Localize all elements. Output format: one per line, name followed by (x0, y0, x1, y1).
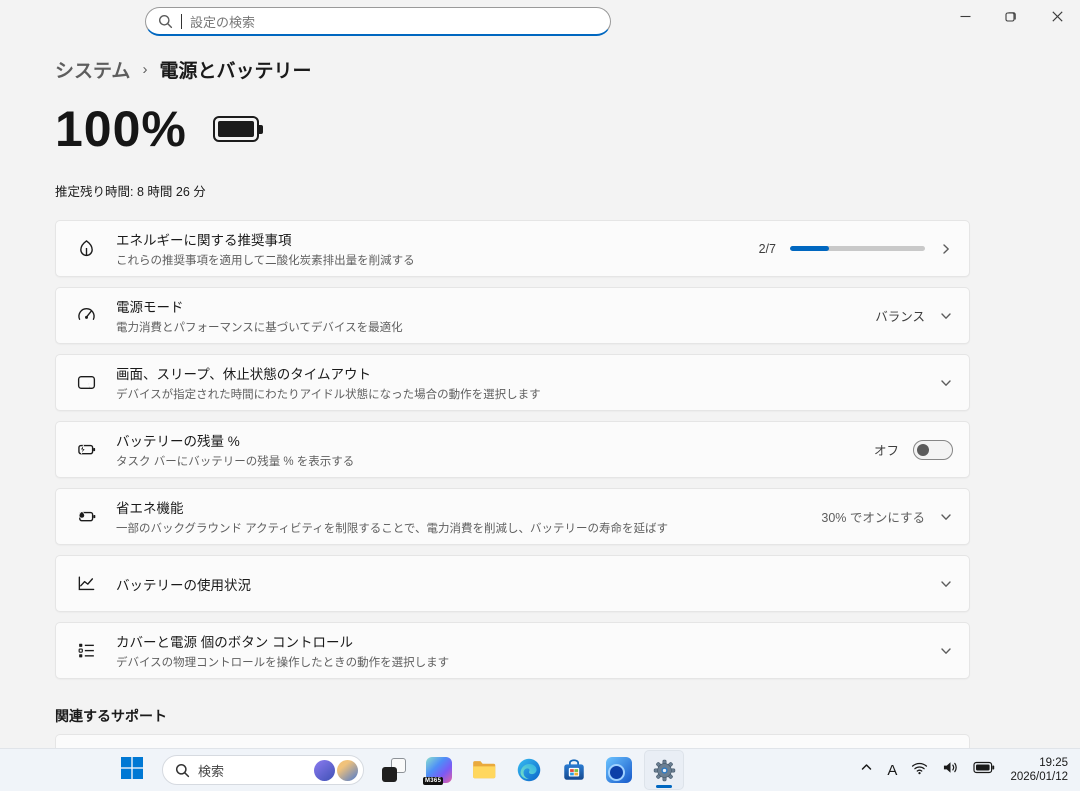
blue-app-button[interactable] (599, 750, 639, 790)
display-sleep-icon (74, 372, 98, 393)
setting-card-screen-sleep-timeouts[interactable]: 画面、スリープ、休止状態のタイムアウト デバイスが指定された時間にわたりアイドル… (55, 354, 970, 411)
blue-app-icon (606, 757, 632, 783)
related-support-heading: 関連するサポート (55, 708, 167, 724)
toggle-state-label: オフ (873, 444, 899, 458)
minimize-icon (960, 11, 971, 22)
battery-bolt-icon (74, 439, 98, 460)
edge-button[interactable] (509, 750, 549, 790)
copilot-m365-icon: M365 (423, 757, 452, 785)
ime-mode-indicator[interactable]: A (882, 754, 902, 786)
related-support-card-partial[interactable] (55, 734, 970, 748)
card-title: 画面、スリープ、休止状態のタイムアウト (116, 367, 372, 382)
search-icon (158, 14, 173, 29)
setting-card-energy-saver[interactable]: 省エネ機能 一部のバックグラウンド アクティビティを制限することで、電力消費を削… (55, 488, 970, 545)
close-button[interactable] (1034, 0, 1080, 32)
card-subtitle: タスク バーにバッテリーの残量 % を表示する (116, 456, 355, 468)
battery-summary: 100% (55, 100, 263, 158)
hidden-icons-button[interactable] (855, 754, 878, 786)
battery-estimate: 推定残り時間: 8 時間 26 分 (55, 185, 206, 199)
battery-percent: 100% (55, 101, 187, 157)
start-button[interactable] (112, 750, 152, 790)
battery-tray-button[interactable] (968, 754, 1000, 786)
controls-list-icon (74, 640, 98, 661)
microsoft-store-button[interactable] (554, 750, 594, 790)
active-app-indicator (656, 785, 672, 788)
energy-progress-fill (790, 246, 829, 251)
card-subtitle: 電力消費とパフォーマンスに基づいてデバイスを最適化 (116, 322, 403, 334)
chevron-down-icon (939, 510, 953, 524)
restore-button[interactable] (988, 0, 1034, 32)
gauge-icon (74, 305, 98, 326)
windows-start-icon (121, 756, 143, 784)
setting-card-battery-percentage[interactable]: バッテリーの残量 % タスク バーにバッテリーの残量 % を表示する オフ (55, 421, 970, 478)
line-chart-icon (74, 573, 98, 594)
battery-percentage-toggle[interactable] (913, 439, 953, 460)
search-highlight-icon (314, 759, 335, 781)
volume-tray-button[interactable] (937, 754, 964, 786)
setting-card-battery-usage[interactable]: バッテリーの使用状況 (55, 555, 970, 612)
battery-full-icon (212, 116, 263, 142)
clock-tray-button[interactable]: 19:25 2026/01/12 (1004, 756, 1074, 784)
taskbar: 検索 M365 A 19:25 2026/01/12 (0, 748, 1080, 791)
network-tray-button[interactable] (906, 754, 933, 786)
text-caret (181, 13, 182, 29)
leaf-icon (74, 238, 98, 259)
task-view-icon (382, 758, 406, 782)
battery-tray-icon (973, 761, 995, 779)
card-subtitle: デバイスが指定された時間にわたりアイドル状態になった場合の動作を選択します (116, 389, 541, 401)
settings-gear-icon (652, 758, 677, 783)
chevron-down-icon (939, 577, 953, 591)
search-placeholder: 設定の検索 (190, 14, 256, 30)
card-title: カバーと電源 個のボタン コントロール (116, 635, 354, 650)
setting-card-energy-recommendations[interactable]: エネルギーに関する推奨事項 これらの推奨事項を適用して二酸化炭素排出量を削減する… (55, 220, 970, 277)
chevron-down-icon (939, 376, 953, 390)
power-mode-value: バランス (875, 310, 925, 324)
card-subtitle: 一部のバックグラウンド アクティビティを制限することで、電力消費を削減し、バッテ… (116, 523, 668, 535)
breadcrumb-system[interactable]: システム (55, 56, 130, 83)
file-explorer-icon (471, 757, 497, 783)
minimize-button[interactable] (942, 0, 988, 32)
microsoft-store-icon (561, 757, 587, 783)
energy-progress-bar (790, 246, 925, 251)
chevron-down-icon (939, 309, 953, 323)
energy-saver-value: 30% でオンにする (821, 511, 925, 525)
card-title: 省エネ機能 (116, 501, 184, 516)
settings-list: エネルギーに関する推奨事項 これらの推奨事項を適用して二酸化炭素排出量を削減する… (55, 220, 970, 679)
chevron-up-icon (860, 761, 873, 779)
tray-date: 2026/01/12 (1010, 771, 1068, 783)
battery-leaf-icon (74, 506, 98, 527)
volume-icon (942, 760, 959, 780)
settings-button[interactable] (644, 750, 684, 790)
page-title: 電源とバッテリー (159, 61, 312, 82)
chevron-down-icon (939, 644, 953, 658)
copilot-m365-button[interactable]: M365 (419, 750, 459, 790)
search-highlight-icon (337, 759, 358, 781)
settings-search-input[interactable]: 設定の検索 (145, 7, 611, 36)
setting-card-power-mode[interactable]: 電源モード 電力消費とパフォーマンスに基づいてデバイスを最適化 バランス (55, 287, 970, 344)
breadcrumb: システム › 電源とバッテリー (55, 56, 311, 83)
wifi-icon (911, 761, 928, 780)
task-view-button[interactable] (374, 750, 414, 790)
card-title: 電源モード (116, 300, 184, 315)
card-subtitle: デバイスの物理コントロールを操作したときの動作を選択します (116, 657, 450, 669)
restore-icon (1005, 10, 1017, 22)
taskbar-search-box[interactable]: 検索 (162, 755, 364, 785)
edge-icon (516, 757, 542, 783)
search-icon (175, 763, 190, 778)
chevron-right-icon (939, 242, 953, 256)
taskbar-search-label: 検索 (198, 763, 225, 779)
window-controls (942, 0, 1080, 32)
close-icon (1051, 10, 1063, 22)
breadcrumb-separator: › (142, 61, 148, 78)
tray-time: 19:25 (1039, 757, 1068, 769)
energy-progress-label: 2/7 (758, 241, 776, 256)
card-title: バッテリーの使用状況 (116, 577, 251, 593)
card-title: バッテリーの残量 % (116, 434, 240, 449)
card-title: エネルギーに関する推奨事項 (116, 233, 292, 248)
file-explorer-button[interactable] (464, 750, 504, 790)
card-subtitle: これらの推奨事項を適用して二酸化炭素排出量を削減する (116, 255, 415, 267)
setting-card-lid-power-buttons[interactable]: カバーと電源 個のボタン コントロール デバイスの物理コントロールを操作したとき… (55, 622, 970, 679)
